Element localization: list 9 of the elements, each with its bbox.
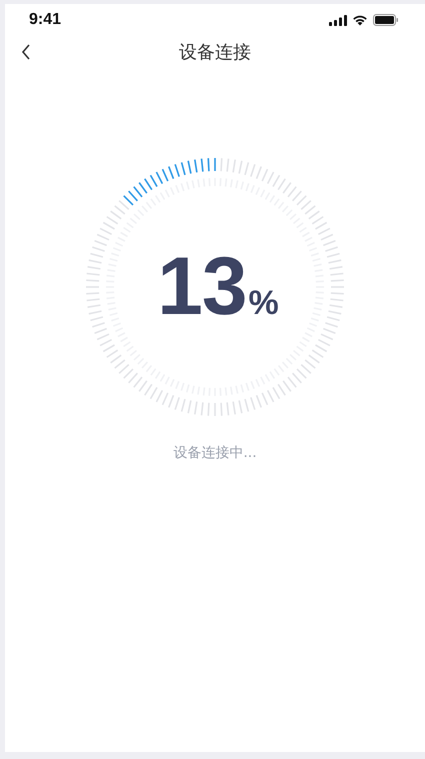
progress-value: 13: [157, 246, 246, 328]
wifi-icon: [352, 14, 368, 26]
status-message: 设备连接中...: [173, 444, 257, 462]
page-title: 设备连接: [179, 41, 251, 64]
status-time: 9:41: [29, 11, 62, 29]
chevron-left-icon: [21, 44, 31, 60]
percent-sign: %: [248, 284, 279, 323]
signal-icon: [329, 14, 347, 26]
battery-icon: [373, 14, 399, 26]
